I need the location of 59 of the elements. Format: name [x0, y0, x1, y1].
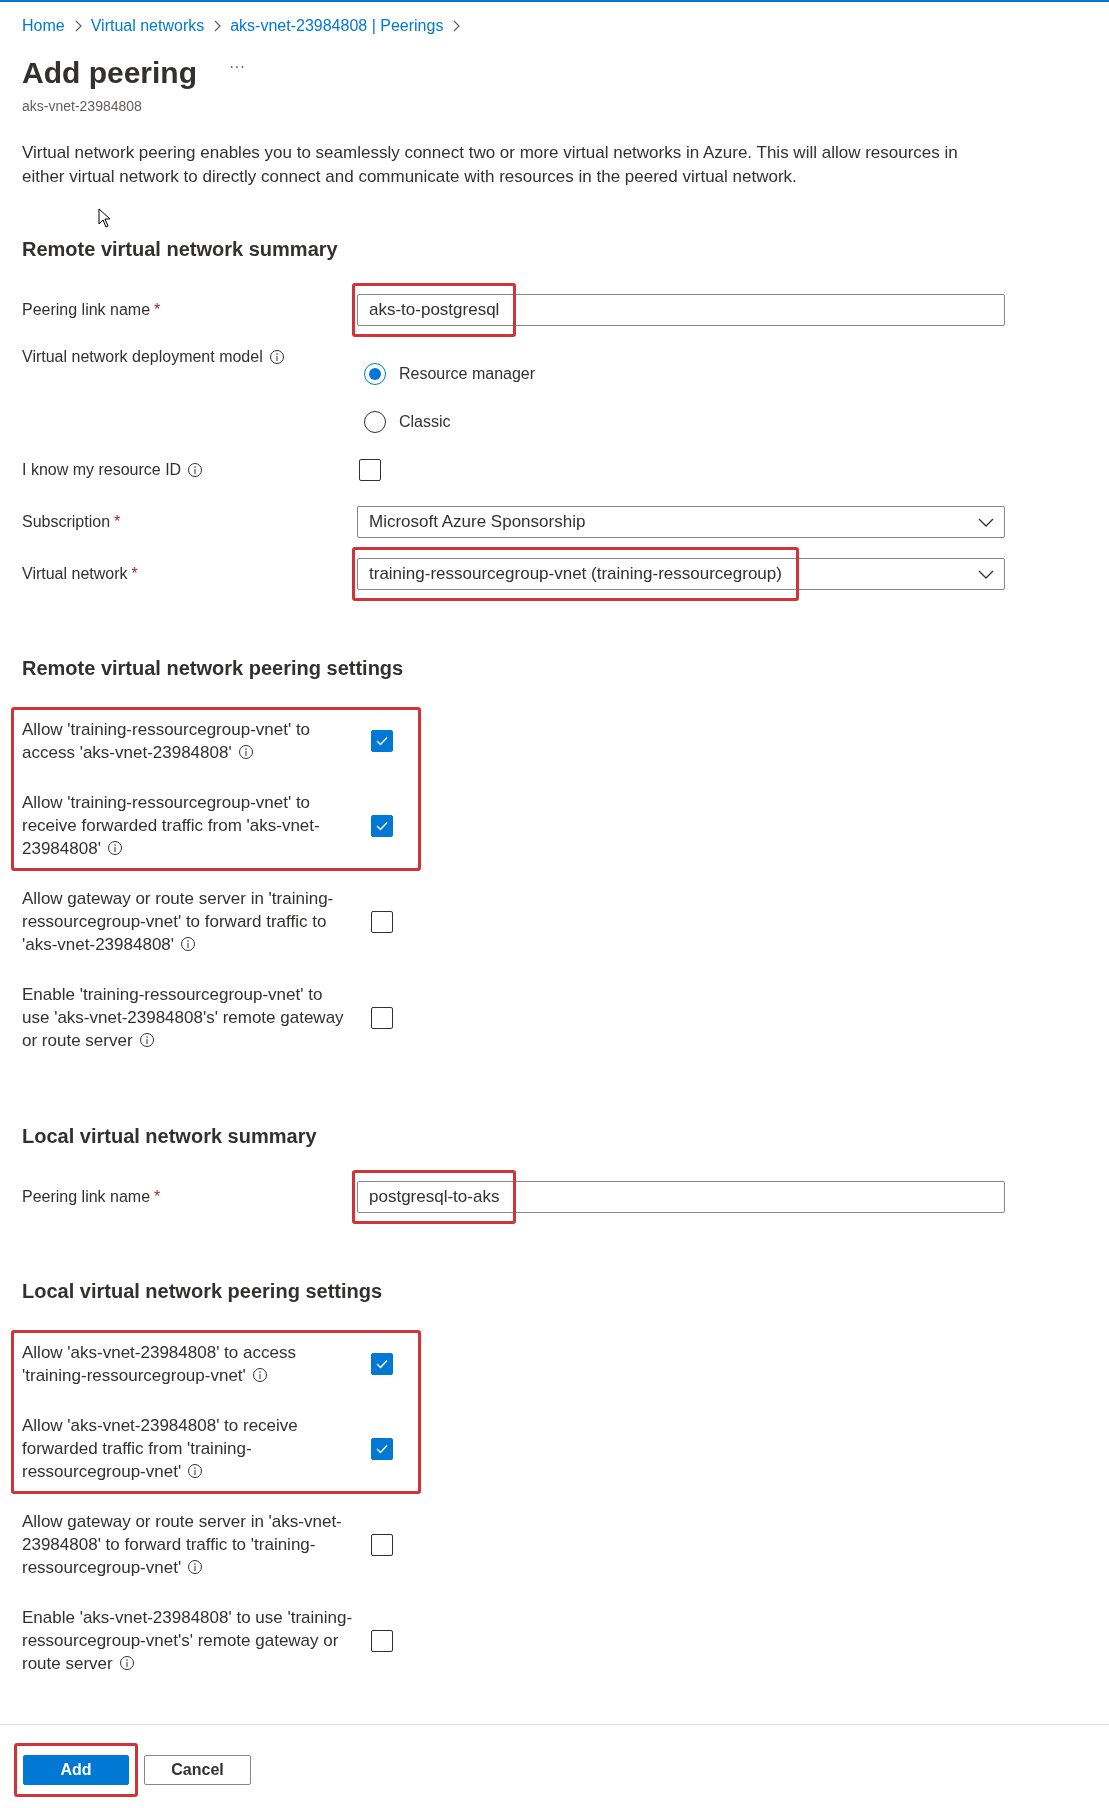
- checkbox[interactable]: [371, 1353, 393, 1375]
- breadcrumb-link[interactable]: Home: [22, 14, 65, 38]
- field-label: I know my resource ID: [22, 460, 182, 480]
- checkbox[interactable]: [371, 1629, 393, 1652]
- cursor-icon: [98, 208, 111, 228]
- radio-label: Classic: [399, 412, 451, 432]
- info-icon: [187, 1559, 204, 1575]
- required-mark: *: [154, 1187, 161, 1207]
- field-label: Peering link name: [22, 1187, 151, 1207]
- option-label: Allow 'aks-vnet-23984808' to access 'training-ressourcegroup-vnet': [22, 1342, 297, 1387]
- description-text: Virtual network peering enables you to seamlessly connect two or more virtual networks in Azure. This will allow resources in either virtual network to directly connect and communicate with resources in the peered virtual network.: [22, 142, 959, 188]
- checkbox[interactable]: [371, 1533, 393, 1556]
- info-icon: [237, 744, 254, 760]
- checkbox[interactable]: [371, 1006, 393, 1029]
- page-subtitle: aks-vnet-23984808: [22, 97, 143, 116]
- page-title: Add peering: [22, 54, 197, 91]
- option-label: Allow gateway or route server in 'training-ressourcegroup-vnet' to forward traffic to 'aks-vnet-23984808': [22, 888, 335, 956]
- info-icon: [138, 1032, 155, 1048]
- chevron-down-icon: [978, 517, 994, 527]
- checkbox[interactable]: [359, 459, 381, 481]
- cancel-button[interactable]: Cancel: [144, 1755, 251, 1785]
- required-mark: *: [131, 564, 138, 584]
- chevron-down-icon: [978, 569, 994, 579]
- breadcrumb-link[interactable]: aks-vnet-23984808 | Peerings: [230, 14, 444, 38]
- checkbox[interactable]: [371, 1437, 393, 1460]
- radio-label: Resource manager: [399, 364, 536, 384]
- option-label: Allow 'aks-vnet-23984808' to receive forwarded traffic from 'training-ressourcegroup-vnet': [22, 1415, 299, 1483]
- chevron-right-icon: [212, 20, 223, 32]
- info-icon: [187, 1463, 204, 1479]
- add-button[interactable]: Add: [23, 1755, 129, 1785]
- info-icon: [118, 1655, 135, 1671]
- info-icon: [251, 1367, 268, 1383]
- dropdown[interactable]: training-ressourcegroup-vnet (training-ressourcegroup): [357, 558, 1005, 590]
- field-label: Subscription: [22, 512, 111, 532]
- chevron-right-icon: [451, 20, 462, 32]
- dropdown[interactable]: Microsoft Azure Sponsorship: [357, 506, 1005, 538]
- info-icon: [180, 936, 197, 952]
- info-icon: [106, 840, 123, 856]
- field-label: Peering link name: [22, 300, 151, 320]
- section-heading: Remote virtual network peering settings: [22, 656, 405, 680]
- section-heading: Remote virtual network summary: [22, 237, 339, 261]
- option-label: Allow 'training-ressourcegroup-vnet' to receive forwarded traffic from 'aks-vnet-23984808': [22, 792, 321, 860]
- option-label: Enable 'training-ressourcegroup-vnet' to use 'aks-vnet-23984808's' remote gateway or route server: [22, 984, 345, 1052]
- field-label: Virtual network deployment model: [22, 347, 263, 367]
- field-label: Virtual network: [22, 564, 128, 584]
- option-label: Enable 'aks-vnet-23984808' to use 'training-ressourcegroup-vnet's' remote gateway or route server: [22, 1607, 354, 1675]
- input-field[interactable]: postgresql-to-aks: [357, 1181, 1005, 1213]
- option-label: Allow 'training-ressourcegroup-vnet' to access 'aks-vnet-23984808': [22, 719, 312, 764]
- checkbox[interactable]: [371, 910, 393, 933]
- more-button[interactable]: ···: [229, 55, 245, 89]
- option-label: Allow gateway or route server in 'aks-vnet-23984808' to forward traffic to 'training-ressourcegroup-vnet': [22, 1511, 343, 1579]
- breadcrumb-link[interactable]: Virtual networks: [90, 14, 205, 38]
- section-heading: Local virtual network summary: [22, 1124, 318, 1148]
- section-heading: Local virtual network peering settings: [22, 1279, 384, 1303]
- input-field[interactable]: aks-to-postgresql: [357, 294, 1005, 326]
- checkbox[interactable]: [371, 814, 393, 837]
- required-mark: *: [154, 300, 161, 320]
- required-mark: *: [114, 512, 121, 532]
- checkbox[interactable]: [371, 730, 393, 752]
